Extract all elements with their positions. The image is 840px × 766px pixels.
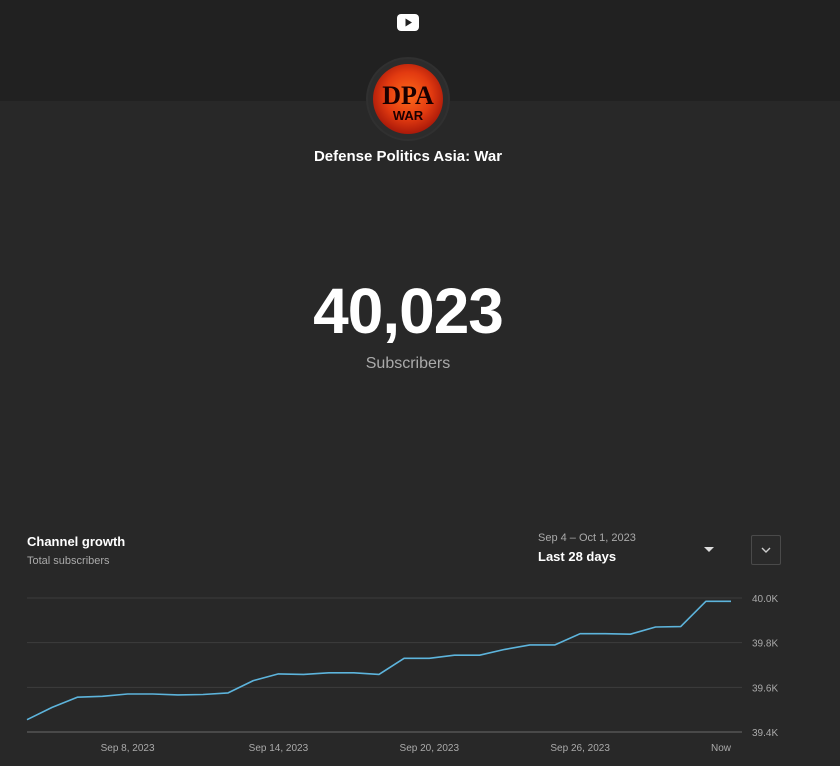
x-tick-label: Now	[711, 743, 732, 754]
y-axis-ticks: 40.0K 39.8K 39.6K 39.4K	[752, 594, 778, 739]
data-point[interactable]	[628, 632, 632, 636]
avatar-image: DPA WAR	[373, 64, 443, 134]
data-point[interactable]	[100, 694, 104, 698]
x-axis-ticks: Sep 8, 2023 Sep 14, 2023 Sep 20, 2023 Sep 2…	[101, 743, 732, 754]
channel-name: Defense Politics Asia: War	[313, 148, 503, 165]
avatar-text-top: DPA	[382, 81, 434, 110]
x-tick-label: Sep 14, 2023	[249, 743, 309, 754]
data-point[interactable]	[352, 671, 356, 675]
date-range: Sep 4 – Oct 1, 2023	[538, 532, 636, 544]
data-point[interactable]	[553, 643, 557, 647]
data-point[interactable]	[75, 695, 79, 699]
data-point[interactable]	[276, 672, 280, 676]
data-point[interactable]	[151, 692, 155, 696]
data-point[interactable]	[126, 692, 130, 696]
growth-title: Channel growth	[27, 534, 126, 549]
chevron-down-icon	[761, 547, 771, 553]
data-point[interactable]	[377, 672, 381, 676]
x-tick-label: Sep 20, 2023	[400, 743, 460, 754]
data-point[interactable]	[251, 679, 255, 683]
expand-button[interactable]	[751, 535, 781, 565]
data-point[interactable]	[427, 656, 431, 660]
data-point[interactable]	[176, 693, 180, 697]
avatar-logo: DPA WAR	[382, 81, 434, 123]
data-point[interactable]	[578, 632, 582, 636]
y-tick-label: 39.8K	[752, 639, 778, 650]
data-point[interactable]	[25, 718, 29, 722]
youtube-play-icon[interactable]	[397, 14, 419, 31]
data-point[interactable]	[478, 653, 482, 657]
period-selector[interactable]: Sep 4 – Oct 1, 2023 Last 28 days	[538, 532, 718, 568]
avatar-text-bottom: WAR	[393, 108, 424, 123]
data-point[interactable]	[226, 691, 230, 695]
data-point[interactable]	[201, 692, 205, 696]
x-tick-label: Sep 26, 2023	[550, 743, 610, 754]
caret-down-icon	[704, 547, 714, 552]
channel-growth-chart: 40.0K 39.8K 39.6K 39.4K Sep 8, 2023 Sep 14, …	[25, 594, 778, 754]
subscriber-label: Subscribers	[365, 355, 451, 372]
data-point[interactable]	[654, 625, 658, 629]
channel-avatar[interactable]: DPA WAR	[368, 59, 448, 139]
subscriber-count: 40,023	[313, 275, 504, 347]
data-point[interactable]	[729, 599, 733, 603]
y-tick-label: 39.6K	[752, 683, 778, 694]
data-point[interactable]	[402, 656, 406, 660]
period-label: Last 28 days	[538, 549, 617, 564]
data-point[interactable]	[679, 625, 683, 629]
y-tick-label: 39.4K	[752, 728, 778, 739]
y-tick-label: 40.0K	[752, 594, 778, 605]
subscriber-line	[26, 600, 731, 721]
data-point[interactable]	[503, 647, 507, 651]
grid-lines	[27, 597, 742, 733]
data-point[interactable]	[452, 653, 456, 657]
data-point[interactable]	[704, 599, 708, 603]
growth-subtitle: Total subscribers	[27, 555, 110, 567]
data-point[interactable]	[603, 632, 607, 636]
data-point[interactable]	[302, 672, 306, 676]
data-point[interactable]	[327, 671, 331, 675]
x-tick-label: Sep 8, 2023	[101, 743, 155, 754]
series-layer	[25, 599, 733, 722]
data-point[interactable]	[50, 705, 54, 709]
data-point[interactable]	[528, 643, 532, 647]
